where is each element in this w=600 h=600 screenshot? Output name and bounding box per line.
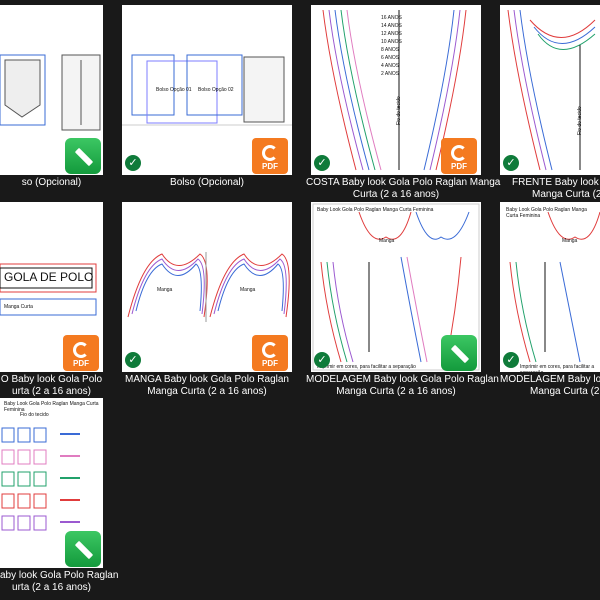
size-label: 12 ANOS <box>381 31 402 37</box>
front-pattern-drawing <box>507 9 596 171</box>
app-badge-icon <box>441 335 477 371</box>
file-tile-manga[interactable]: Manga Manga PDF ✓ MANGA Baby look Gola P… <box>122 202 292 397</box>
pattern-label: GOLA DE POLO <box>4 270 94 284</box>
sync-status-icon: ✓ <box>314 155 330 171</box>
file-caption[interactable]: MODELAGEM Baby look Gol Manga Curta (2 a <box>500 374 600 398</box>
full-pattern-drawing <box>509 211 600 363</box>
caption-line: urta (2 a 16 anos) <box>12 582 91 593</box>
pattern-title: Baby Look Gola Polo Raglan Manga Curta F… <box>317 207 434 213</box>
file-tile-gola[interactable]: GOLA DE POLO Manga Curta PDF O Baby look… <box>0 202 103 397</box>
caption-line: aby look Gola Polo Raglan <box>0 570 119 581</box>
file-caption[interactable]: FRENTE Baby look Gol Manga Curta (2 a <box>500 177 600 201</box>
pattern-footer: Imprimir em cores, para facilitar a sepa… <box>317 364 416 370</box>
app-badge-icon <box>65 138 101 174</box>
file-caption[interactable]: so (Opcional) <box>0 177 103 189</box>
pattern-label: Manga <box>157 287 173 293</box>
caption-line: Curta (2 a 16 anos) <box>352 189 440 200</box>
size-label: 4 ANOS <box>381 63 400 69</box>
pattern-label: Manga <box>562 238 578 244</box>
pattern-footer: Imprimir em cores, para facilitar a sepa… <box>520 364 595 372</box>
pattern-label: Bolso Opção 02 <box>198 87 234 93</box>
size-label: 10 ANOS <box>381 39 402 45</box>
caption-line: Manga Curta (2 a <box>532 189 600 200</box>
file-caption[interactable]: MODELAGEM Baby look Gola Polo Raglan Man… <box>306 374 499 398</box>
caption-line: Bolso (Opcional) <box>170 177 244 188</box>
file-tile-modelagem[interactable]: Baby Look Gola Polo Raglan Manga Curta F… <box>306 202 499 397</box>
pattern-label: Manga <box>240 287 256 293</box>
caption-line: urta (2 a 16 anos) <box>12 386 91 397</box>
file-thumbnail[interactable]: Baby Look Gola Polo Raglan Manga Curta F… <box>311 202 481 372</box>
sync-status-icon: ✓ <box>503 155 519 171</box>
file-tile-baby-look-partial[interactable]: Baby Look Gola Polo Raglan Manga Curta F… <box>0 398 119 594</box>
file-thumbnail[interactable] <box>0 5 103 175</box>
caption-line: MODELAGEM Baby look Gola Polo Raglan <box>306 374 499 385</box>
size-label: 8 ANOS <box>381 47 400 53</box>
file-caption[interactable]: aby look Gola Polo Raglan urta (2 a 16 a… <box>0 570 119 594</box>
caption-line: FRENTE Baby look Gol <box>512 177 600 188</box>
pattern-title: Baby Look Gola Polo Raglan Manga Curta F… <box>506 207 587 219</box>
pattern-title: Baby Look Gola Polo Raglan Manga Curta F… <box>4 401 99 413</box>
sync-status-icon: ✓ <box>125 352 141 368</box>
grain-label: Fio do tecido <box>396 96 402 125</box>
size-label: 16 ANOS <box>381 15 402 21</box>
pattern-label: Bolso Opção 01 <box>156 87 192 93</box>
file-tile-frente[interactable]: Fio do tecido ✓ FRENTE Baby look Gol Man… <box>500 5 600 200</box>
pdf-icon: PDF <box>252 335 288 371</box>
sync-status-icon: ✓ <box>314 352 330 368</box>
file-thumbnail[interactable]: Manga Manga PDF ✓ <box>122 202 292 372</box>
pattern-label: Manga Curta <box>4 304 33 310</box>
pdf-icon: PDF <box>252 138 288 174</box>
size-label: 14 ANOS <box>381 23 402 29</box>
file-caption[interactable]: Bolso (Opcional) <box>122 177 292 189</box>
file-caption[interactable]: COSTA Baby look Gola Polo Raglan Manga C… <box>306 177 501 201</box>
file-caption[interactable]: MANGA Baby look Gola Polo Raglan Manga C… <box>117 374 297 398</box>
pdf-icon: PDF <box>441 138 477 174</box>
caption-line: MANGA Baby look Gola Polo Raglan <box>125 374 289 385</box>
file-thumbnail[interactable]: Fio do tecido ✓ <box>500 5 600 175</box>
file-tile-bolso-opcional-partial[interactable]: so (Opcional) <box>0 5 103 190</box>
app-badge-icon <box>65 531 101 567</box>
file-tile-modelagem-2[interactable]: Baby Look Gola Polo Raglan Manga Curta F… <box>500 202 600 397</box>
caption-line: O Baby look Gola Polo <box>0 374 103 385</box>
caption-line: Manga Curta (2 a 16 anos) <box>336 386 456 397</box>
file-thumbnail[interactable]: GOLA DE POLO Manga Curta PDF <box>0 202 103 372</box>
file-thumbnail[interactable]: Baby Look Gola Polo Raglan Manga Curta F… <box>0 398 103 568</box>
caption-line: so (Opcional) <box>21 177 82 188</box>
grain-label: Fio do tecido <box>577 106 583 135</box>
grain-label: Fio do tecido <box>20 412 49 418</box>
size-label: 2 ANOS <box>381 71 400 77</box>
caption-line: COSTA Baby look Gola Polo Raglan Manga <box>306 177 501 188</box>
file-thumbnail[interactable]: Bolso Opção 01 Bolso Opção 02 PDF ✓ <box>122 5 292 175</box>
file-thumbnail[interactable]: 16 ANOS 14 ANOS 12 ANOS 10 ANOS 8 ANOS 6… <box>311 5 481 175</box>
file-thumbnail[interactable]: Baby Look Gola Polo Raglan Manga Curta F… <box>500 202 600 372</box>
size-label: 6 ANOS <box>381 55 400 61</box>
file-caption[interactable]: O Baby look Gola Polo urta (2 a 16 anos) <box>0 374 103 398</box>
caption-line: MODELAGEM Baby look Gol <box>500 374 600 385</box>
caption-line: Manga Curta (2 a 16 anos) <box>147 386 267 397</box>
file-tile-bolso-opcional[interactable]: Bolso Opção 01 Bolso Opção 02 PDF ✓ Bols… <box>122 5 292 190</box>
caption-line: Manga Curta (2 a <box>530 386 600 397</box>
sync-status-icon: ✓ <box>503 352 519 368</box>
pattern-label: Manga <box>379 238 395 244</box>
pdf-icon: PDF <box>63 335 99 371</box>
sync-status-icon: ✓ <box>125 155 141 171</box>
file-tile-costa[interactable]: 16 ANOS 14 ANOS 12 ANOS 10 ANOS 8 ANOS 6… <box>306 5 500 200</box>
